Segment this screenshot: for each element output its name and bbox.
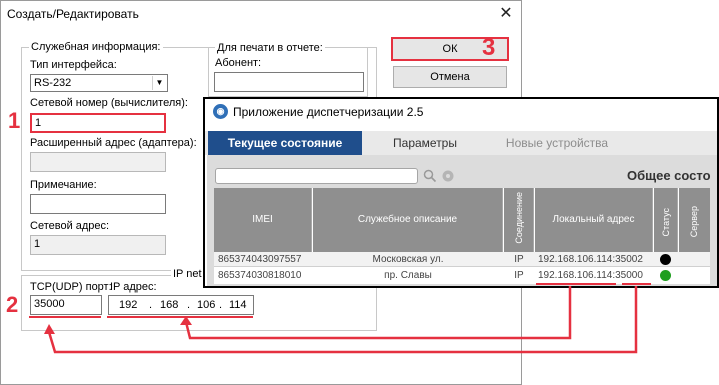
ip-arrow-head xyxy=(180,316,192,325)
annotation-arrows xyxy=(44,286,638,354)
port-arrow-head xyxy=(44,324,55,334)
port-arrow xyxy=(47,286,638,354)
ip-arrow xyxy=(184,286,572,340)
